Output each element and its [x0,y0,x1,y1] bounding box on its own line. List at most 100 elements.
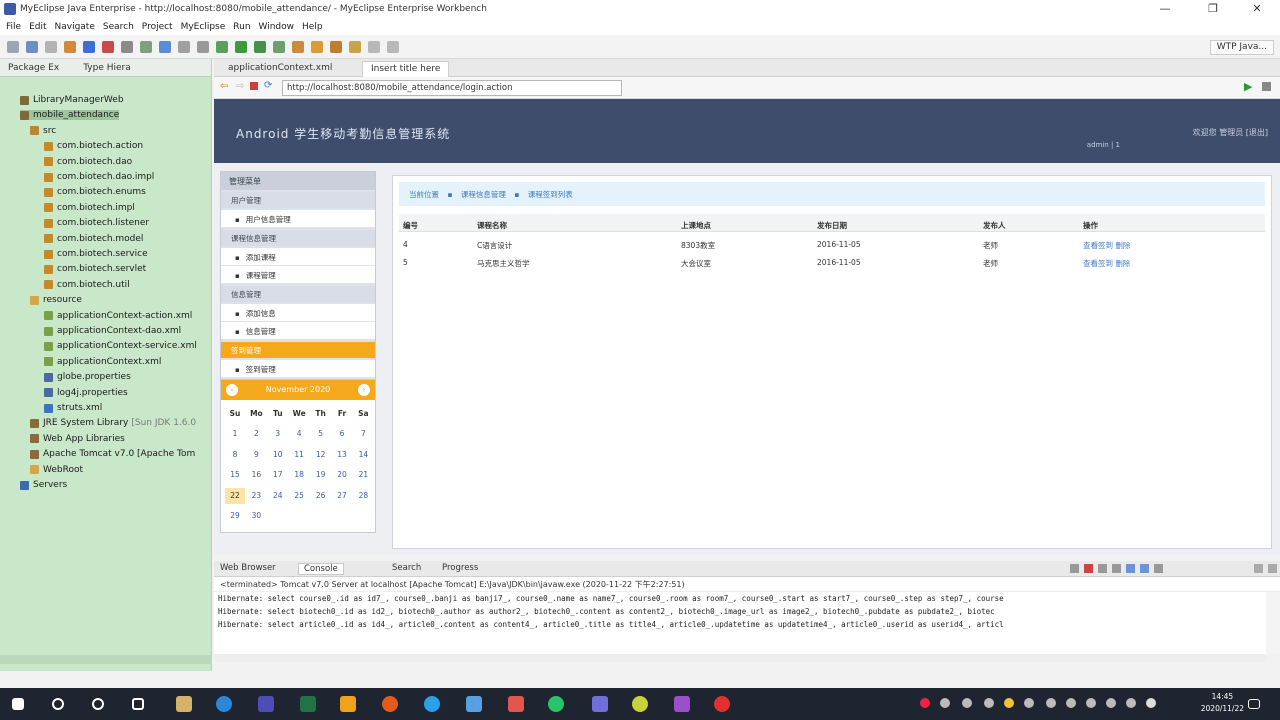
server-icon[interactable] [102,40,114,53]
go-icon[interactable]: ▶ [1244,80,1252,93]
calendar-day[interactable]: 10 [268,447,288,463]
menu-run[interactable]: Run [233,22,250,32]
console-terminate-icon[interactable] [1084,564,1093,573]
menu-project[interactable]: Project [142,22,173,32]
calendar-day[interactable]: 3 [268,426,288,442]
firefox-icon[interactable] [382,696,398,712]
calendar-day[interactable]: 22 [225,487,245,504]
tree-item[interactable]: applicationContext-dao.xml [44,326,181,336]
search-icon[interactable] [330,40,342,53]
tree-item[interactable]: com.biotech.action [44,141,143,151]
refresh-icon[interactable]: ⟳ [264,80,272,91]
calendar-day[interactable]: 12 [311,447,331,463]
close-button[interactable]: ✕ [1234,0,1280,18]
console-vertical-scrollbar[interactable] [1266,592,1280,654]
calendar-day[interactable]: 4 [289,426,309,442]
calendar-day[interactable]: 16 [246,467,266,483]
calendar-day[interactable]: 7 [353,426,373,442]
tab-web-browser[interactable]: Web Browser [220,563,276,573]
tree-item[interactable]: com.biotech.util [44,280,130,290]
nav-back-icon[interactable] [368,40,380,53]
tree-item[interactable]: com.biotech.service [44,249,148,259]
package-icon[interactable] [64,40,76,53]
tree-item[interactable]: com.biotech.dao [44,157,132,167]
calendar-day[interactable]: 15 [225,467,245,483]
tree-item[interactable]: com.biotech.model [44,234,143,244]
cell-action-links[interactable]: 查看签到 删除 [1083,258,1130,269]
notification-icon[interactable] [1248,699,1260,709]
tray-icon[interactable] [984,698,994,708]
tree-item[interactable]: struts.xml [44,403,102,413]
tab-insert-title-here[interactable]: Insert title here [362,61,450,77]
breadcrumb-item[interactable]: 课程签到列表 [528,190,573,199]
search-icon[interactable] [52,698,64,710]
console-display-icon[interactable] [1140,564,1149,573]
tree-item[interactable]: Servers [20,480,67,490]
calendar-day[interactable]: 2 [246,426,266,442]
tool-icon[interactable] [140,40,152,53]
left-horizontal-scrollbar[interactable] [0,655,212,664]
back-arrow-icon[interactable]: ⇦ [220,81,228,92]
tree-item[interactable]: LibraryManagerWeb [20,95,124,105]
calendar-day[interactable]: 19 [311,467,331,483]
utility-icon[interactable] [632,696,648,712]
chrome-icon[interactable] [548,696,564,712]
maximize-view-icon[interactable] [1268,564,1277,573]
tray-icon[interactable] [1024,698,1034,708]
tree-item[interactable]: WebRoot [30,465,83,475]
minimize-button[interactable]: — [1142,0,1188,18]
ime-icon[interactable] [1146,698,1156,708]
tree-item[interactable]: applicationContext-service.xml [44,341,197,351]
calendar-day[interactable]: 29 [225,508,245,524]
media-icon[interactable] [674,696,690,712]
tray-icon[interactable] [962,698,972,708]
toggle-icon[interactable] [197,40,209,53]
console-horizontal-scrollbar[interactable] [214,654,1266,662]
menu-help[interactable]: Help [302,22,323,32]
tray-icon[interactable] [1086,698,1096,708]
deploy-icon[interactable] [83,40,95,53]
tree-item[interactable]: Apache Tomcat v7.0 [Apache Tom [30,449,195,459]
browser-menu-icon[interactable] [1262,82,1271,91]
url-input[interactable] [282,80,622,96]
tree-item[interactable]: applicationContext-action.xml [44,311,192,321]
tray-record-icon[interactable] [920,698,930,708]
tray-icon[interactable] [1046,698,1056,708]
qq-browser-icon[interactable] [424,696,440,712]
tree-item[interactable]: com.biotech.listener [44,218,149,228]
recorder-icon[interactable] [714,696,730,712]
console-remove-icon[interactable] [1098,564,1107,573]
console-pin-icon[interactable] [1126,564,1135,573]
console-scroll-lock-icon[interactable] [1112,564,1121,573]
menu-group-signin[interactable]: 签到管理 [221,342,375,358]
new-icon[interactable] [7,40,19,53]
external-tools-icon[interactable] [273,40,285,53]
wizard-icon[interactable] [121,40,133,53]
new-class-icon[interactable] [292,40,304,53]
tab-search[interactable]: Search [392,563,421,573]
calendar-day[interactable]: 30 [246,508,266,524]
calendar-day[interactable]: 21 [353,467,373,483]
menu-window[interactable]: Window [259,22,295,32]
tray-icon[interactable] [1066,698,1076,708]
calendar-day[interactable]: 5 [311,426,331,442]
menu-group-courses[interactable]: 课程信息管理 [221,230,375,246]
prev-month-icon[interactable]: ‹ [226,384,238,396]
run-icon[interactable] [216,40,228,53]
tree-item[interactable]: Web App Libraries [30,434,125,444]
start-icon[interactable] [12,698,24,710]
tab-console[interactable]: Console [298,563,344,575]
tree-item[interactable]: com.biotech.servlet [44,264,146,274]
menu-item-user-info[interactable]: 用户信息管理 [221,210,375,228]
calendar-day[interactable]: 1 [225,426,245,442]
app-icon[interactable] [508,696,524,712]
coverage-icon[interactable] [254,40,266,53]
system-clock[interactable]: 14:45 2020/11/22 [1201,691,1244,715]
perspective-switcher[interactable]: WTP Java... [1209,40,1274,55]
calendar-day[interactable]: 6 [332,426,352,442]
console-open-icon[interactable] [1154,564,1163,573]
header-links[interactable]: 欢迎您 管理员 [退出] [1193,127,1268,138]
tree-item[interactable]: com.biotech.impl [44,203,135,213]
calendar-day[interactable]: 27 [332,488,352,504]
menu-file[interactable]: File [6,22,21,32]
